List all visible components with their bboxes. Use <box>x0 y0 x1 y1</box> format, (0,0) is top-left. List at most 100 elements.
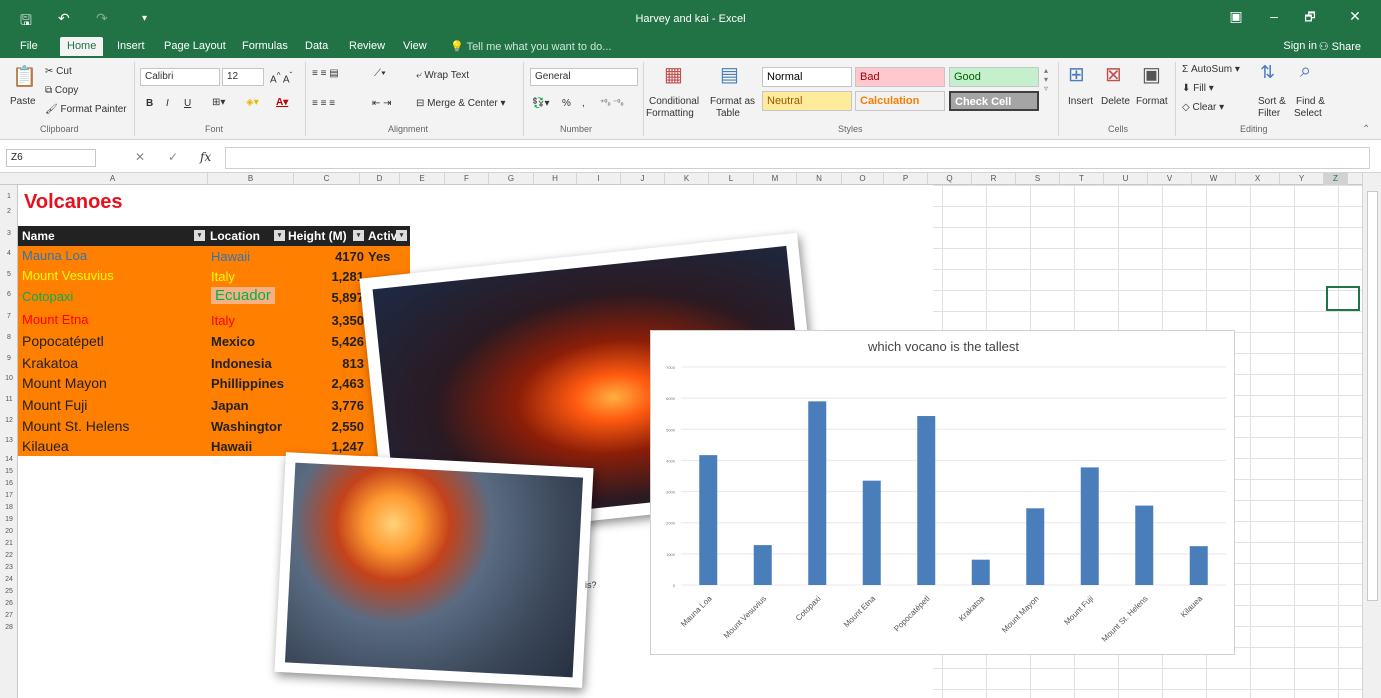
row-header-8[interactable]: 8 <box>0 334 18 341</box>
percent-button[interactable]: % <box>562 98 571 109</box>
paste-icon[interactable]: 📋 <box>12 64 37 89</box>
row-header-26[interactable]: 26 <box>0 600 18 607</box>
row-header-15[interactable]: 15 <box>0 468 18 475</box>
formula-input[interactable] <box>225 147 1370 169</box>
table-row[interactable]: Mount Mayon Phillippines 2,463 <box>18 373 410 394</box>
column-header-r[interactable]: R <box>972 173 1016 185</box>
filter-dropdown-icon[interactable]: ▾ <box>396 230 407 241</box>
underline-button[interactable]: U <box>184 98 191 109</box>
row-header-16[interactable]: 16 <box>0 480 18 487</box>
column-header-c[interactable]: C <box>294 173 360 185</box>
tab-file[interactable]: File <box>20 40 38 52</box>
sort-filter-icon[interactable]: ⇅ <box>1260 62 1275 83</box>
conditional-formatting-icon[interactable]: ▦ <box>664 62 683 87</box>
tab-home[interactable]: Home <box>60 37 104 56</box>
column-header-n[interactable]: N <box>797 173 842 185</box>
autosum-button[interactable]: Σ AutoSum ▾ <box>1182 64 1240 75</box>
active-cell-z6[interactable] <box>1326 286 1360 311</box>
styles-scroll-icon[interactable]: ▴ ▾ ▿ <box>1044 66 1048 93</box>
top-align-icon[interactable]: ≡ ≡ ▤ <box>312 68 339 79</box>
delete-cells-icon[interactable]: ⊠ <box>1105 62 1122 87</box>
tab-review[interactable]: Review <box>349 40 385 52</box>
format-as-table-button[interactable]: Format as <box>710 96 755 107</box>
share-button[interactable]: ⚇ Share <box>1319 40 1361 53</box>
grow-font-icon[interactable]: A^ Aˇ <box>270 70 292 85</box>
row-header-10[interactable]: 10 <box>0 375 18 382</box>
sign-in-link[interactable]: Sign in <box>1283 40 1317 52</box>
conditional-formatting-button[interactable]: Conditional <box>649 96 699 107</box>
table-row[interactable]: Mauna Loa Hawaii 4170 Yes <box>18 246 410 267</box>
insert-cells-button[interactable]: Insert <box>1068 96 1093 107</box>
filter-dropdown-icon[interactable]: ▾ <box>274 230 285 241</box>
row-header-19[interactable]: 19 <box>0 516 18 523</box>
row-header-18[interactable]: 18 <box>0 504 18 511</box>
row-header-27[interactable]: 27 <box>0 612 18 619</box>
table-row[interactable]: Mount Fuji Japan 3,776 <box>18 395 410 416</box>
fill-button[interactable]: ⬇ Fill ▾ <box>1182 83 1214 94</box>
fill-color-icon[interactable]: ◈▾ <box>246 97 259 108</box>
column-header-j[interactable]: J <box>621 173 665 185</box>
column-header-l[interactable]: L <box>709 173 754 185</box>
wrap-text-button[interactable]: ⤶ Wrap Text <box>416 70 469 81</box>
column-header-q[interactable]: Q <box>928 173 972 185</box>
ribbon-display-icon[interactable]: ▣ <box>1226 8 1246 25</box>
format-as-table-icon[interactable]: ▤ <box>720 62 739 87</box>
tell-me-search[interactable]: 💡 Tell me what you want to do... <box>450 40 611 53</box>
minimize-button[interactable]: – <box>1264 8 1284 24</box>
column-header-g[interactable]: G <box>489 173 534 185</box>
currency-icon[interactable]: 💱▾ <box>532 98 549 109</box>
table-row[interactable]: Mount Etna Italy 3,350 <box>18 310 410 331</box>
number-format-select[interactable]: General <box>530 68 638 86</box>
font-color-icon[interactable]: A▾ <box>276 97 288 108</box>
font-size-select[interactable]: 12 <box>222 68 264 86</box>
row-header-17[interactable]: 17 <box>0 492 18 499</box>
enter-icon[interactable]: ✓ <box>168 150 178 164</box>
left-align-icon[interactable]: ≡ ≡ ≡ <box>312 98 335 109</box>
clear-button[interactable]: ◇ Clear ▾ <box>1182 102 1224 113</box>
tab-insert[interactable]: Insert <box>117 40 145 52</box>
italic-button[interactable]: I <box>166 98 169 109</box>
column-header-u[interactable]: U <box>1104 173 1148 185</box>
row-header-6[interactable]: 6 <box>0 291 18 298</box>
tab-view[interactable]: View <box>403 40 427 52</box>
table-row[interactable]: Mount Vesuvius Italy 1,281 <box>18 266 410 287</box>
maximize-button[interactable]: 🗗 <box>1300 8 1320 29</box>
column-header-b[interactable]: B <box>208 173 294 185</box>
font-name-select[interactable]: Calibri <box>140 68 220 86</box>
table-row[interactable]: Krakatoa Indonesia 813 <box>18 353 410 374</box>
collapse-ribbon-icon[interactable]: ⌃ <box>1362 124 1370 135</box>
tab-formulas[interactable]: Formulas <box>242 40 288 52</box>
style-calculation[interactable]: Calculation <box>855 91 945 111</box>
row-header-25[interactable]: 25 <box>0 588 18 595</box>
sort-filter-button[interactable]: Sort & <box>1258 96 1286 107</box>
column-header-s[interactable]: S <box>1016 173 1060 185</box>
filter-dropdown-icon[interactable]: ▾ <box>194 230 205 241</box>
style-normal[interactable]: Normal <box>762 67 852 87</box>
tab-page-layout[interactable]: Page Layout <box>164 40 226 52</box>
table-row[interactable]: Cotopaxi Ecuador 5,897 <box>18 287 410 308</box>
row-header-9[interactable]: 9 <box>0 355 18 362</box>
column-header-x[interactable]: X <box>1236 173 1280 185</box>
column-header-o[interactable]: O <box>842 173 884 185</box>
cut-button[interactable]: ✂ Cut <box>45 66 72 77</box>
row-header-4[interactable]: 4 <box>0 250 18 257</box>
merge-center-button[interactable]: ⊟ Merge & Center ▾ <box>416 98 506 109</box>
column-header-k[interactable]: K <box>665 173 709 185</box>
tab-data[interactable]: Data <box>305 40 328 52</box>
name-box[interactable]: Z6 <box>6 149 96 167</box>
filter-dropdown-icon[interactable]: ▾ <box>353 230 364 241</box>
row-header-23[interactable]: 23 <box>0 564 18 571</box>
column-header-h[interactable]: H <box>534 173 577 185</box>
column-header-i[interactable]: I <box>577 173 621 185</box>
paste-button[interactable]: Paste <box>10 96 36 107</box>
row-header-12[interactable]: 12 <box>0 417 18 424</box>
column-header-m[interactable]: M <box>754 173 797 185</box>
insert-cells-icon[interactable]: ⊞ <box>1068 62 1085 87</box>
bold-button[interactable]: B <box>146 98 153 109</box>
row-header-24[interactable]: 24 <box>0 576 18 583</box>
orientation-icon[interactable]: ⟋▾ <box>374 68 386 79</box>
style-good[interactable]: Good <box>949 67 1039 87</box>
row-header-3[interactable]: 3 <box>0 230 18 237</box>
style-check-cell[interactable]: Check Cell <box>949 91 1039 111</box>
row-header-21[interactable]: 21 <box>0 540 18 547</box>
